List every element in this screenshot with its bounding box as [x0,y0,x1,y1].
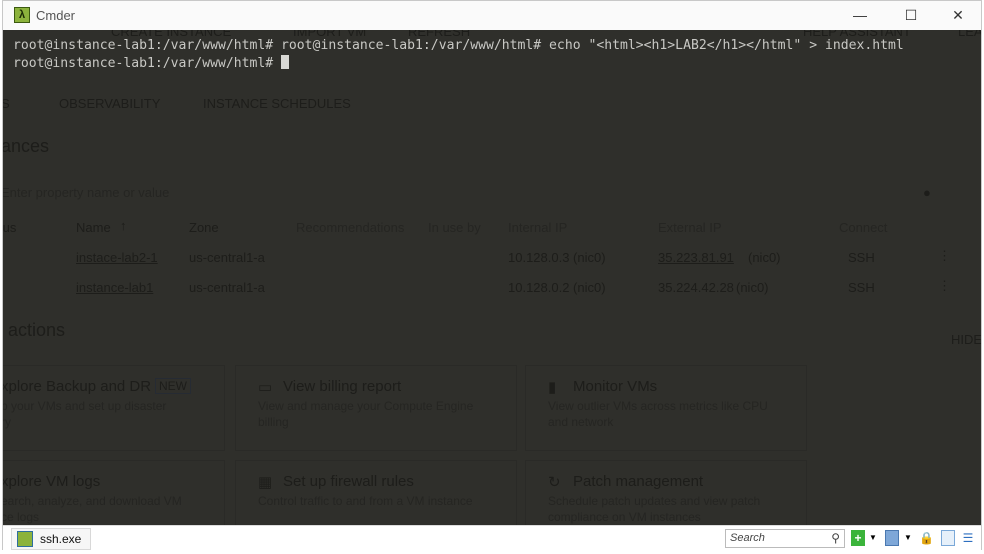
bg-row1-external-ip: 35.223.81.91 [658,250,734,265]
maximize-button[interactable]: ☐ [896,5,926,25]
close-button[interactable]: ✕ [943,5,973,25]
bg-card2-desc: View and manage your Compute Engine [258,399,474,413]
tab-ssh-exe[interactable]: ssh.exe [11,528,91,550]
window-title: Cmder [36,8,76,23]
terminal-line-2: root@instance-lab1:/var/www/html# [13,55,290,71]
bg-card6-desc2: compliance on VM instances [548,510,701,524]
menu-icon[interactable]: ☰ [961,530,975,546]
bg-col-external-ip: External IP [658,220,722,235]
bg-row2-external-nic: (nic0) [736,280,769,295]
search-icon: ⚲ [831,531,840,545]
tabs-icon[interactable] [885,530,899,546]
bg-patch-icon: ↻ [548,474,561,491]
bg-card-5 [235,460,517,525]
bg-card1-desc: p your VMs and set up disaster [3,399,167,413]
bg-filter: Enter property name or value [3,185,170,200]
bg-col-internal-ip: Internal IP [508,220,568,235]
bg-badge-new: NEW [155,378,191,394]
bg-col-recommendations: Recommendations [296,220,405,235]
bg-card2-title: View billing report [283,378,402,395]
bg-row1-zone: us-central1-a [189,250,265,265]
bg-card3-desc: View outlier VMs across metrics like CPU [548,399,768,413]
terminal-pane[interactable]: CREATE INSTANCE IMPORT VM REFRESH HELP A… [3,30,981,525]
bg-card5-desc: Control traffic to and from a VM instanc… [258,494,473,508]
bg-col-connect: Connect [839,220,888,235]
bg-row1-name: instace-lab2-1 [76,250,158,265]
cmder-lambda-icon: λ [14,7,30,23]
bg-card4-desc2: ce logs [3,510,40,524]
bg-card2-desc2: billing [258,415,289,429]
bg-card1-title: xplore Backup and DR [3,378,152,395]
bg-tab-instances: S [3,96,10,111]
tab-label: ssh.exe [40,532,82,546]
bg-card4-title: xplore VM logs [3,473,101,490]
bg-row1-ssh: SSH [848,250,875,265]
bg-help-icon: ● [923,185,931,200]
bg-row2-internal-ip: 10.128.0.2 (nic0) [508,280,606,295]
new-console-icon[interactable]: + [851,530,865,546]
bg-card6-desc: Schedule patch updates and view patch [548,494,761,508]
split-view-icon[interactable] [941,530,955,546]
bg-sort-arrow-icon: ↑ [120,218,127,233]
bg-row1-internal-ip: 10.128.0.3 (nic0) [508,250,606,265]
bg-chart-icon: ▮ [548,379,557,396]
bg-actions-heading: l actions [3,320,66,340]
bg-hide: HIDE [951,332,981,347]
bg-row1-more-icon: ⋮ [938,248,951,263]
bg-col-status: tus [3,220,17,235]
bg-card4-desc: earch, analyze, and download VM [3,494,182,508]
bg-card3-title: Monitor VMs [573,378,658,395]
text-cursor [281,55,290,69]
bg-col-in-use-by: In use by [428,220,481,235]
bg-billing-icon: ▭ [258,379,273,396]
new-console-dropdown-icon[interactable]: ▼ [866,530,880,546]
bg-row2-more-icon: ⋮ [938,278,951,293]
bg-card1-desc2: ry [3,415,11,429]
bg-firewall-icon: ▦ [258,474,273,491]
bg-col-name: Name [76,220,111,235]
bg-row2-external-ip: 35.224.42.28 [658,280,734,295]
prompt-text: root@instance-lab1:/var/www/html# [13,56,274,71]
ssh-console-icon [17,531,33,547]
bg-learn: LEA [958,30,981,39]
bg-row2-ssh: SSH [848,280,875,295]
search-placeholder: Search [730,532,765,544]
lock-icon[interactable]: 🔒 [919,530,934,546]
search-input[interactable]: Search ⚲ [725,529,845,548]
bg-col-zone: Zone [189,220,219,235]
status-bar: ssh.exe Search ⚲ + ▼ ▼ 🔒 ☰ [3,525,981,550]
cmder-window: λ Cmder — ☐ ✕ CREATE INSTANCE IMPORT VM … [2,0,982,550]
bg-row1-external-nic: (nic0) [748,250,781,265]
bg-heading: ances [3,136,50,156]
bg-row2-name: instance-lab1 [76,280,154,295]
tabs-dropdown-icon[interactable]: ▼ [901,530,915,546]
bg-card6-title: Patch management [573,473,704,490]
bg-card5-title: Set up firewall rules [283,473,414,490]
bg-row2-zone: us-central1-a [189,280,265,295]
bg-tab-observability: OBSERVABILITY [59,96,161,111]
minimize-button[interactable]: — [845,5,875,25]
terminal-line-1: root@instance-lab1:/var/www/html# root@i… [13,38,904,53]
title-bar[interactable]: λ Cmder — ☐ ✕ [3,1,981,30]
bg-tab-schedules: INSTANCE SCHEDULES [203,96,351,111]
bg-card3-desc2: and network [548,415,614,429]
